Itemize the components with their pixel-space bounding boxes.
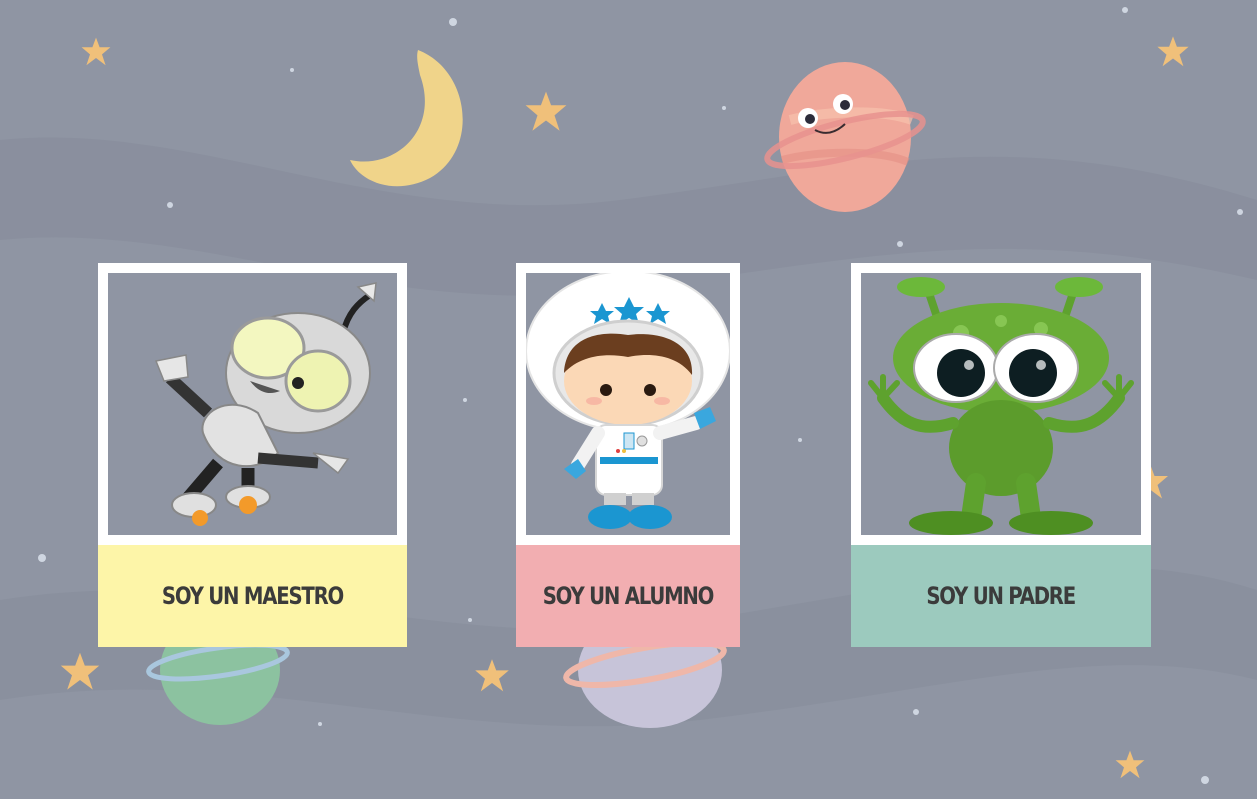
card-alumno[interactable]: SOY UN ALUMNO xyxy=(516,263,740,647)
card-padre-label-box[interactable]: SOY UN PADRE xyxy=(851,545,1151,647)
card-alumno-frame xyxy=(516,263,740,545)
astronaut-icon xyxy=(526,273,730,529)
card-padre-frame xyxy=(851,263,1151,545)
card-alumno-label-box[interactable]: SOY UN ALUMNO xyxy=(516,545,740,647)
card-padre-label: SOY UN PADRE xyxy=(926,582,1077,610)
card-maestro-label-box[interactable]: SOY UN MAESTRO xyxy=(98,545,407,647)
robot-icon xyxy=(154,282,377,526)
moon-icon xyxy=(350,50,463,187)
card-maestro-label: SOY UN MAESTRO xyxy=(161,582,344,610)
card-maestro[interactable]: SOY UN MAESTRO xyxy=(98,263,407,647)
alien-icon xyxy=(868,277,1134,535)
card-maestro-frame xyxy=(98,263,407,545)
card-alumno-label: SOY UN ALUMNO xyxy=(542,582,715,610)
card-padre[interactable]: SOY UN PADRE xyxy=(851,263,1151,647)
space-background: SOY UN MAESTRO SOY UN ALUMNO SOY UN PADR… xyxy=(0,0,1257,799)
